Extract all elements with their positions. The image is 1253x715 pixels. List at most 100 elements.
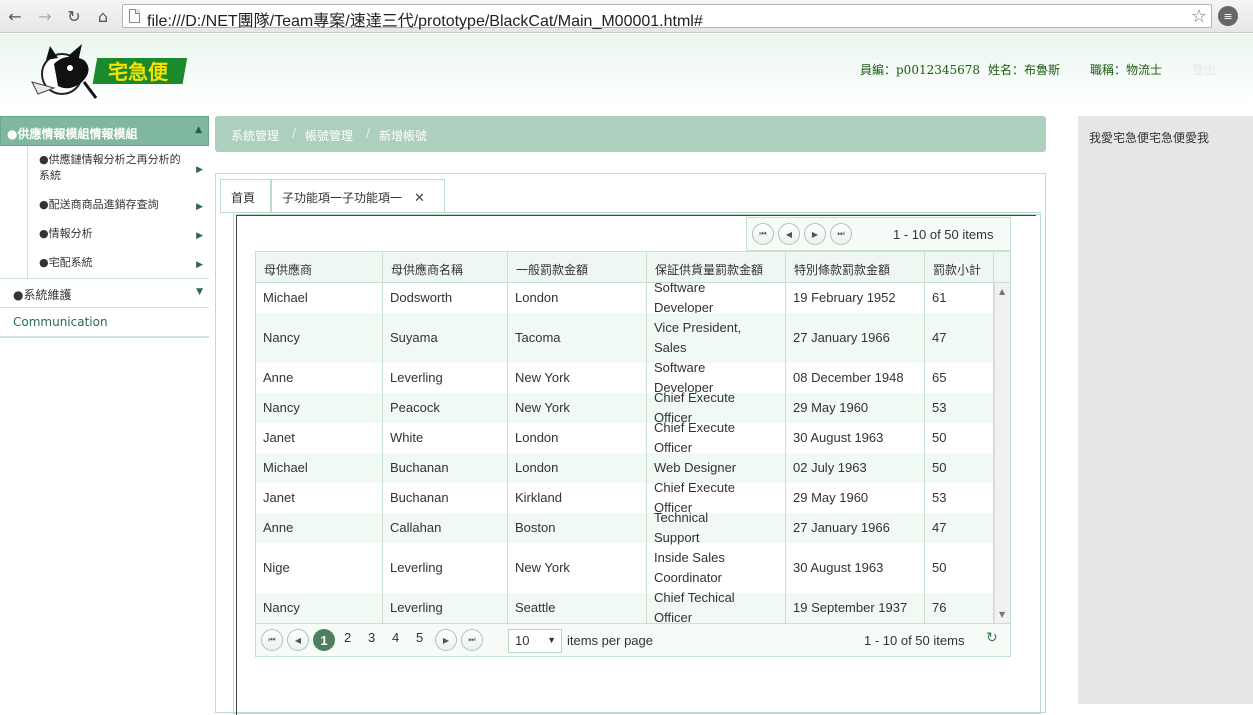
sidebar-item-communication[interactable]: Communication — [0, 308, 209, 338]
pager-top-info: 1 - 10 of 50 items — [893, 227, 994, 242]
table-cell: 19 September 1937 — [786, 593, 925, 623]
table-cell: 47 — [925, 313, 994, 363]
right-panel: 我愛宅急便宅急便愛我 — [1078, 116, 1253, 704]
table-cell: Dodsworth — [383, 283, 508, 313]
tab-home[interactable]: 首頁 — [220, 179, 271, 212]
next-page-icon[interactable]: ▶ — [804, 223, 826, 245]
first-page-icon[interactable]: ⏮ — [752, 223, 774, 245]
table-cell: Suyama — [383, 313, 508, 363]
table-cell: Anne — [256, 363, 383, 393]
table-row[interactable]: Janet White London Chief Execute Officer 30 … — [256, 420, 994, 455]
page-number[interactable]: 3 — [368, 630, 375, 645]
page-number[interactable]: 2 — [344, 630, 351, 645]
table-row[interactable]: Anne Callahan Boston Technical Support 27 Ja… — [256, 510, 994, 545]
bookmark-star-icon[interactable]: ☆ — [1191, 6, 1207, 27]
page-number-current[interactable]: 1 — [313, 629, 335, 651]
chevron-right-icon: ▶ — [196, 231, 203, 241]
table-cell: Buchanan — [383, 483, 508, 513]
tab-subfunction[interactable]: 子功能項一子功能項一 ✕ — [271, 179, 445, 212]
address-url[interactable]: file:///D:/NET團隊/Team專案/速達三代/prototype/B… — [147, 7, 703, 31]
tab-label: 子功能項一子功能項一 — [282, 191, 403, 205]
sidebar-item-system-maintenance[interactable]: ●系統維護 ▼ — [0, 278, 209, 308]
sidebar-item-label: ●配送商商品進銷存查詢 — [39, 198, 159, 211]
table-row[interactable]: Nancy Peacock New York Chief Execute Office… — [256, 390, 994, 425]
sidebar-item-label: ●供應鏈情報分析之再分析的系統 — [39, 153, 181, 182]
back-icon[interactable]: ← — [4, 6, 26, 26]
column-header[interactable]: 罰款小計 — [925, 252, 994, 282]
table-cell: Software Developer — [647, 283, 786, 315]
sidebar-item-supply-analysis[interactable]: ●供應鏈情報分析之再分析的系統 ▶ — [28, 146, 209, 191]
table-cell: Nancy — [256, 593, 383, 623]
scroll-up-icon[interactable]: ▲ — [999, 287, 1005, 296]
table-cell: Tacoma — [508, 313, 647, 363]
extension-icon[interactable]: ≡ — [1218, 6, 1238, 26]
table-cell: Nancy — [256, 393, 383, 423]
column-header[interactable]: 母供應商 — [256, 252, 383, 282]
breadcrumb-item[interactable]: 帳號管理 — [305, 127, 353, 144]
table-cell: Nancy — [256, 313, 383, 363]
table-cell: Chief Techical Officer — [647, 590, 786, 623]
table-cell: 02 July 1963 — [786, 453, 925, 483]
next-page-icon[interactable]: ▶ — [435, 629, 457, 651]
table-cell: Callahan — [383, 513, 508, 543]
chevron-right-icon: ▶ — [196, 260, 203, 270]
column-header[interactable]: 保証供貨量罰款金額 — [647, 252, 786, 282]
last-page-icon[interactable]: ⏭ — [830, 223, 852, 245]
first-page-icon[interactable]: ⏮ — [261, 629, 283, 651]
last-page-icon[interactable]: ⏭ — [461, 629, 483, 651]
user-name: 姓名：布魯斯 — [988, 63, 1061, 77]
table-cell: 19 February 1952 — [786, 283, 925, 313]
prev-page-icon[interactable]: ◀ — [287, 629, 309, 651]
table-cell: White — [383, 423, 508, 453]
logout-link[interactable]: 登出 — [1192, 61, 1216, 78]
tab-label: 首頁 — [231, 191, 256, 205]
caret-up-icon: ▲ — [195, 125, 202, 135]
table-cell: London — [508, 453, 647, 483]
grid-pager: ⏮ ◀ 1 2 3 4 5 ▶ ⏭ 10 ▼ items per page 1 … — [256, 623, 1010, 656]
grid-header: 母供應商 母供應商名稱 一般罰款金額 保証供貨量罰款金額 特別條款罰款金額 罰款… — [256, 252, 1010, 283]
sidebar-item-label: ●情報分析 — [39, 227, 93, 240]
logo-text: 宅急便 — [108, 60, 169, 84]
table-row[interactable]: Michael Buchanan London Web Designer 02 July… — [256, 453, 994, 483]
employee-id: 員編：p0012345678 — [860, 63, 981, 77]
table-cell: 65 — [925, 363, 994, 393]
table-row[interactable]: Janet Buchanan Kirkland Chief Execute Offic… — [256, 480, 994, 515]
table-row[interactable]: Nancy Suyama Tacoma Vice President, Sales 27… — [256, 313, 994, 363]
table-cell: 30 August 1963 — [786, 543, 925, 593]
breadcrumb-item[interactable]: 系統管理 — [231, 127, 279, 144]
table-cell: 53 — [925, 483, 994, 513]
column-header[interactable]: 一般罰款金額 — [508, 252, 647, 282]
table-cell: Nige — [256, 543, 383, 593]
sidebar-item-intel-analysis[interactable]: ●情報分析 ▶ — [28, 220, 209, 249]
sidebar-item-delivery-system[interactable]: ●宅配系統 ▶ — [28, 249, 209, 278]
table-row[interactable]: Nancy Leverling Seattle Chief Techical Offi… — [256, 590, 994, 623]
scroll-down-icon[interactable]: ▼ — [999, 610, 1005, 619]
table-row[interactable]: Michael Dodsworth London Software Developer… — [256, 283, 994, 315]
pager-top: ⏮ ◀ ▶ ⏭ 1 - 10 of 50 items — [746, 217, 1011, 251]
address-bar[interactable]: file:///D:/NET團隊/Team專案/速達三代/prototype/B… — [122, 4, 1212, 31]
table-cell: 29 May 1960 — [786, 393, 925, 423]
close-icon[interactable]: ✕ — [414, 191, 425, 206]
table-cell: London — [508, 283, 647, 313]
page-size-select[interactable]: 10 ▼ — [508, 629, 562, 653]
table-cell: 50 — [925, 423, 994, 453]
table-cell: Kirkland — [508, 483, 647, 513]
sidebar-item-inventory-query[interactable]: ●配送商商品進銷存查詢 ▶ — [28, 191, 209, 220]
reload-icon[interactable]: ↻ — [63, 6, 85, 26]
column-header[interactable]: 特別條款罰款金額 — [786, 252, 925, 282]
forward-icon[interactable]: → — [34, 6, 56, 26]
table-cell: 50 — [925, 543, 994, 593]
vertical-scrollbar[interactable]: ▲ ▼ — [994, 283, 1010, 623]
page-number[interactable]: 5 — [416, 630, 423, 645]
table-row[interactable]: Anne Leverling New York Software Developer 0… — [256, 360, 994, 395]
table-cell: 08 December 1948 — [786, 363, 925, 393]
sidebar-item-label: ●系統維護 — [13, 288, 72, 302]
home-icon[interactable]: ⌂ — [92, 6, 114, 26]
page-number[interactable]: 4 — [392, 630, 399, 645]
sidebar-group-supply[interactable]: ●供應情報模組情報模組 ▲ — [0, 116, 209, 146]
refresh-icon[interactable]: ↻ — [986, 630, 998, 646]
table-row[interactable]: Nige Leverling New York Inside Sales Coordi… — [256, 543, 994, 593]
prev-page-icon[interactable]: ◀ — [778, 223, 800, 245]
breadcrumb: 系統管理 / 帳號管理 / 新增帳號 — [215, 116, 1046, 152]
column-header[interactable]: 母供應商名稱 — [383, 252, 508, 282]
